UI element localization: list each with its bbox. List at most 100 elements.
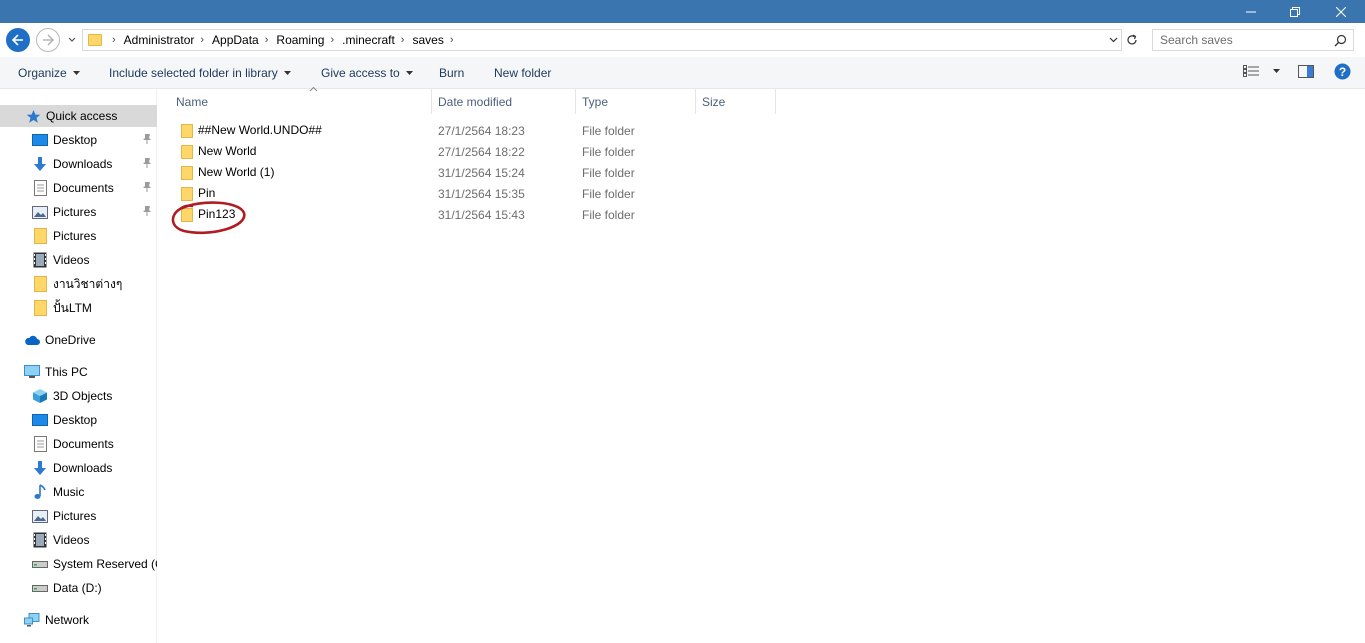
nav-quick-item-videos[interactable]: Videos <box>0 249 157 271</box>
nav-quick-item-pictures[interactable]: Pictures <box>0 201 157 223</box>
nav-onedrive[interactable]: OneDrive <box>0 329 157 351</box>
file-date-modified: 27/1/2564 18:22 <box>438 145 525 159</box>
breadcrumb-appdata[interactable]: AppData <box>212 33 259 47</box>
nav-pc-item-videos[interactable]: Videos <box>0 529 157 551</box>
file-date-modified: 31/1/2564 15:35 <box>438 187 525 201</box>
breadcrumb-roaming[interactable]: Roaming <box>276 33 324 47</box>
close-icon <box>1336 6 1346 17</box>
include-in-library-label: Include selected folder in library <box>109 66 278 80</box>
give-access-menu[interactable]: Give access to <box>321 66 413 80</box>
annotation-circle <box>171 201 246 235</box>
file-date-modified: 31/1/2564 15:43 <box>438 208 525 222</box>
column-header-name[interactable]: Name <box>170 86 432 114</box>
nav-pc-item-documents[interactable]: Documents <box>0 433 157 455</box>
restore-icon <box>1290 6 1300 17</box>
pin-icon[interactable] <box>141 205 153 220</box>
breadcrumb-administrator[interactable]: Administrator <box>124 33 195 47</box>
column-header-size[interactable]: Size <box>696 89 776 114</box>
file-type: File folder <box>582 187 635 201</box>
column-name-label: Name <box>176 94 209 109</box>
nav-quick-item-ltm[interactable]: ปั้นLTM <box>0 297 157 319</box>
file-row[interactable]: New World (1) 31/1/2564 15:24 File folder <box>172 162 782 183</box>
change-view-button[interactable] <box>1243 65 1280 77</box>
nav-quick-item-documents[interactable]: Documents <box>0 177 157 199</box>
chevron-right-icon[interactable]: › <box>330 34 334 46</box>
file-row[interactable]: Pin123 31/1/2564 15:43 File folder <box>172 204 782 225</box>
organize-menu[interactable]: Organize <box>18 66 80 80</box>
chevron-right-icon[interactable]: › <box>265 34 269 46</box>
caret-down-icon <box>405 71 413 75</box>
downloads-icon <box>32 156 48 172</box>
column-type-label: Type <box>582 94 609 109</box>
recent-locations-button[interactable] <box>66 34 78 46</box>
pin-icon[interactable] <box>141 133 153 148</box>
burn-button[interactable]: Burn <box>439 66 464 80</box>
computer-icon <box>24 364 40 380</box>
search-box[interactable] <box>1152 29 1354 51</box>
nav-item-label: Pictures <box>53 509 97 523</box>
nav-pc-item-3d-objects[interactable]: 3D Objects <box>0 385 157 407</box>
star-icon <box>25 108 41 124</box>
documents-icon <box>32 180 48 196</box>
refresh-button[interactable] <box>1124 32 1140 48</box>
forward-button[interactable] <box>36 28 60 52</box>
pin-icon[interactable] <box>141 157 153 172</box>
nav-pc-item-downloads[interactable]: Downloads <box>0 457 157 479</box>
nav-item-label: Desktop <box>53 133 98 147</box>
caret-down-icon <box>1273 69 1280 73</box>
drive-icon <box>32 556 48 572</box>
search-input[interactable] <box>1160 33 1330 47</box>
back-button[interactable] <box>6 28 30 52</box>
nav-item-label: Documents <box>53 181 114 195</box>
preview-pane-button[interactable] <box>1298 65 1314 78</box>
nav-pc-item-system-reserved-c[interactable]: System Reserved (C <box>0 553 157 575</box>
column-header-date[interactable]: Date modified <box>432 89 576 114</box>
nav-quick-access-label: Quick access <box>46 109 118 123</box>
breadcrumb-minecraft[interactable]: .minecraft <box>342 33 395 47</box>
file-type: File folder <box>582 208 635 222</box>
close-button[interactable] <box>1318 0 1364 23</box>
nav-this-pc[interactable]: This PC <box>0 361 157 383</box>
chevron-right-icon[interactable]: › <box>401 34 405 46</box>
file-row[interactable]: ##New World.UNDO## 27/1/2564 18:23 File fo… <box>172 120 782 141</box>
desktop-icon <box>32 132 48 148</box>
minimize-button[interactable] <box>1228 0 1274 23</box>
folder-icon <box>32 300 48 316</box>
nav-pc-item-data-d[interactable]: Data (D:) <box>0 577 157 599</box>
videos-icon <box>32 532 48 548</box>
nav-quick-item-desktop[interactable]: Desktop <box>0 129 157 151</box>
chevron-right-icon[interactable]: › <box>450 34 454 46</box>
nav-pc-item-desktop[interactable]: Desktop <box>0 409 157 431</box>
pin-icon[interactable] <box>141 181 153 196</box>
search-icon[interactable] <box>1334 34 1347 47</box>
chevron-right-icon[interactable]: › <box>112 34 116 46</box>
column-header-type[interactable]: Type <box>576 89 696 114</box>
nav-item-label: Videos <box>53 253 90 267</box>
file-row[interactable]: New World 27/1/2564 18:22 File folder <box>172 141 782 162</box>
nav-network[interactable]: Network <box>0 609 157 631</box>
new-folder-button[interactable]: New folder <box>494 66 551 80</box>
file-row[interactable]: Pin 31/1/2564 15:35 File folder <box>172 183 782 204</box>
address-dropdown-button[interactable] <box>1106 33 1120 47</box>
nav-quick-item-downloads[interactable]: Downloads <box>0 153 157 175</box>
restore-button[interactable] <box>1272 0 1318 23</box>
music-icon <box>32 484 48 500</box>
file-list: Name Date modified Type Size ##New World… <box>158 86 1365 643</box>
nav-quick-item-item[interactable]: งานวิชาต่างๆ <box>0 273 157 295</box>
nav-pc-item-pictures[interactable]: Pictures <box>0 505 157 527</box>
nav-quick-access[interactable]: Quick access <box>0 105 157 127</box>
address-bar[interactable]: › Administrator › AppData › Roaming › .m… <box>82 29 1122 51</box>
sort-ascending-icon <box>309 86 318 92</box>
include-in-library-menu[interactable]: Include selected folder in library <box>109 66 291 80</box>
folder-icon <box>32 276 48 292</box>
nav-quick-item-pictures[interactable]: Pictures <box>0 225 157 247</box>
help-button[interactable]: ? <box>1334 63 1351 80</box>
breadcrumb-saves[interactable]: saves <box>412 33 443 47</box>
navigation-pane: Quick access Desktop Downloads Documents Pi… <box>0 89 157 643</box>
file-date-modified: 27/1/2564 18:23 <box>438 124 525 138</box>
chevron-right-icon[interactable]: › <box>200 34 204 46</box>
folder-icon <box>181 187 193 201</box>
folder-icon <box>181 124 193 138</box>
nav-pc-item-music[interactable]: Music <box>0 481 157 503</box>
nav-item-label: Videos <box>53 533 90 547</box>
